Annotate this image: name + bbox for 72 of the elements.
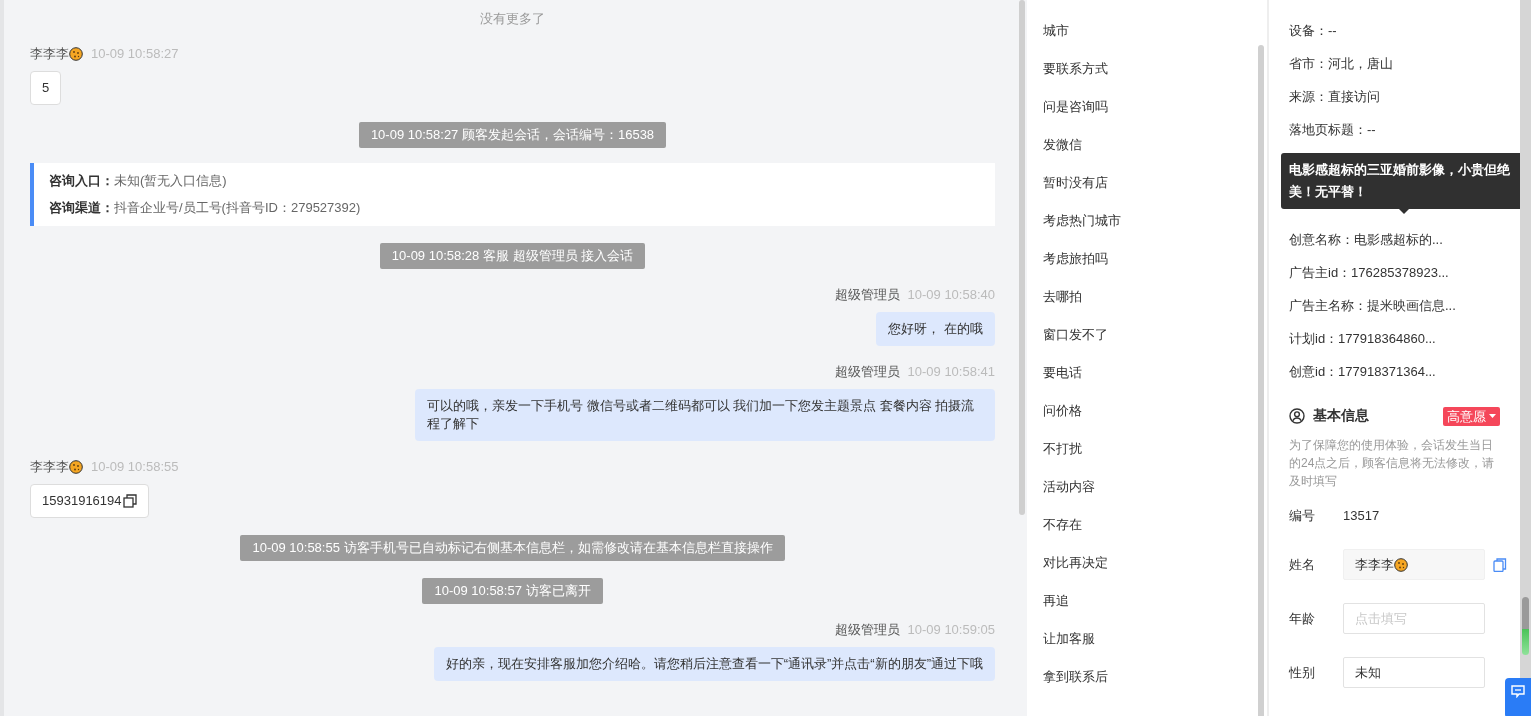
entry-label: 咨询入口： (49, 172, 114, 190)
quick-reply-item[interactable]: 考虑旅拍吗 (1043, 240, 1267, 278)
chat-float-button[interactable] (1505, 678, 1531, 716)
info-row-text: 设备：-- (1289, 22, 1338, 40)
message-bubble: 5 (30, 71, 62, 105)
quick-reply-item[interactable]: 要联系方式 (1043, 50, 1267, 88)
quick-reply-item[interactable]: 考虑热门城市 (1043, 202, 1267, 240)
info-row-text: 计划id：177918364860... (1289, 330, 1437, 348)
scrollbar-thumb[interactable] (1258, 45, 1264, 716)
message-bubble: 可以的哦，亲发一下手机号 微信号或者二维码都可以 我们加一下您发主题景点 套餐内容 拍摄流程了解下 (415, 389, 995, 441)
message-time: 10-09 10:59:05 (907, 621, 995, 639)
quick-reply-item[interactable]: 活动内容 (1043, 468, 1267, 506)
quick-reply-item[interactable]: 去哪拍 (1043, 278, 1267, 316)
quick-reply-item[interactable]: 再追 (1043, 582, 1267, 620)
info-row-text: 落地页标题：-- (1289, 121, 1377, 139)
input-field[interactable]: 未知 (1343, 657, 1485, 688)
quick-reply-item[interactable]: 发微信 (1043, 126, 1267, 164)
info-row-text: 来源：直接访问 (1289, 88, 1381, 106)
info-row-text: 广告主id：176285378923... (1289, 264, 1450, 282)
message-bubble: 15931916194 (30, 484, 149, 518)
quick-reply-item[interactable]: 拿到联系后 (1043, 658, 1267, 696)
message-bubble: 您好呀， 在的哦 (876, 312, 995, 346)
entry-label: 咨询渠道： (49, 199, 114, 217)
copy-icon[interactable] (122, 494, 137, 508)
quick-reply-item[interactable]: 问是咨询吗 (1043, 88, 1267, 126)
field-label: 姓名 (1289, 555, 1316, 574)
system-message: 10-09 10:58:57 访客已离开 (422, 578, 603, 604)
cookie-emoji-icon (1394, 557, 1408, 572)
user-circle-icon (1289, 408, 1305, 424)
notice-text: 为了保障您的使用体验，会话发生当日的24点之后，顾客信息将无法修改，请及时填写 (1289, 437, 1496, 490)
field-label: 年龄 (1289, 609, 1316, 628)
info-row-text: 广告主名称：提米映画信息... (1289, 297, 1457, 315)
section-title: 基本信息 (1313, 407, 1370, 425)
sender-name: 李李李 (30, 45, 69, 63)
message-time: 10-09 10:58:41 (907, 363, 995, 381)
quick-reply-item[interactable]: 不存在 (1043, 506, 1267, 544)
system-message: 10-09 10:58:27 顾客发起会话，会话编号：16538 (358, 122, 667, 148)
system-message: 10-09 10:58:55 访客手机号已自动标记右侧基本信息栏，如需修改请在基本信息栏直接操作 (240, 535, 785, 561)
message-time: 10-09 10:58:55 (91, 458, 179, 476)
quick-reply-item[interactable]: 不打扰 (1043, 430, 1267, 468)
scrollbar-thumb[interactable] (1019, 0, 1025, 515)
message-time: 10-09 10:58:27 (91, 45, 179, 63)
info-row-text: 创意id：177918371364... (1289, 363, 1437, 381)
name-field: 李李李 (1343, 549, 1485, 580)
entry-value: 未知(暂无入口信息) (114, 172, 227, 190)
info-row-text: 省市：河北，唐山 (1289, 55, 1394, 73)
caret-icon (1489, 414, 1496, 418)
system-message: 10-09 10:58:28 客服 超级管理员 接入会话 (379, 243, 646, 269)
scrollbar-thumb[interactable] (1522, 597, 1529, 655)
entry-value: 抖音企业号/员工号(抖音号ID：279527392) (114, 199, 361, 217)
quick-reply-item[interactable]: 城市 (1043, 12, 1267, 50)
sender-name: 超级管理员 (834, 286, 900, 304)
quick-reply-item[interactable]: 窗口发不了 (1043, 316, 1267, 354)
quick-reply-item[interactable]: 问价格 (1043, 392, 1267, 430)
cookie-emoji-icon (69, 460, 83, 474)
chat-icon (1511, 685, 1525, 698)
message-bubble: 好的亲，现在安排客服加您介绍哈。请您稍后注意查看一下“通讯录”并点击“新的朋友”通过下哦 (433, 647, 995, 681)
no-more-notice: 没有更多了 (480, 10, 545, 28)
customer-number: 13517 (1343, 507, 1380, 525)
quick-reply-item[interactable]: 暂时没有店 (1043, 164, 1267, 202)
quick-reply-item[interactable]: 对比再决定 (1043, 544, 1267, 582)
cookie-emoji-icon (69, 47, 83, 61)
sender-name: 李李李 (30, 458, 69, 476)
quick-reply-item[interactable]: 让加客服 (1043, 620, 1267, 658)
info-row-text: 创意名称：电影感超标的... (1289, 231, 1444, 249)
field-label: 性别 (1289, 663, 1316, 682)
intent-dropdown[interactable]: 高意愿 (1443, 406, 1500, 426)
quick-reply-item[interactable]: 要电话 (1043, 354, 1267, 392)
message-time: 10-09 10:58:40 (907, 286, 995, 304)
sender-name: 超级管理员 (834, 621, 900, 639)
field-label: 编号 (1289, 507, 1316, 525)
sender-name: 超级管理员 (834, 363, 900, 381)
